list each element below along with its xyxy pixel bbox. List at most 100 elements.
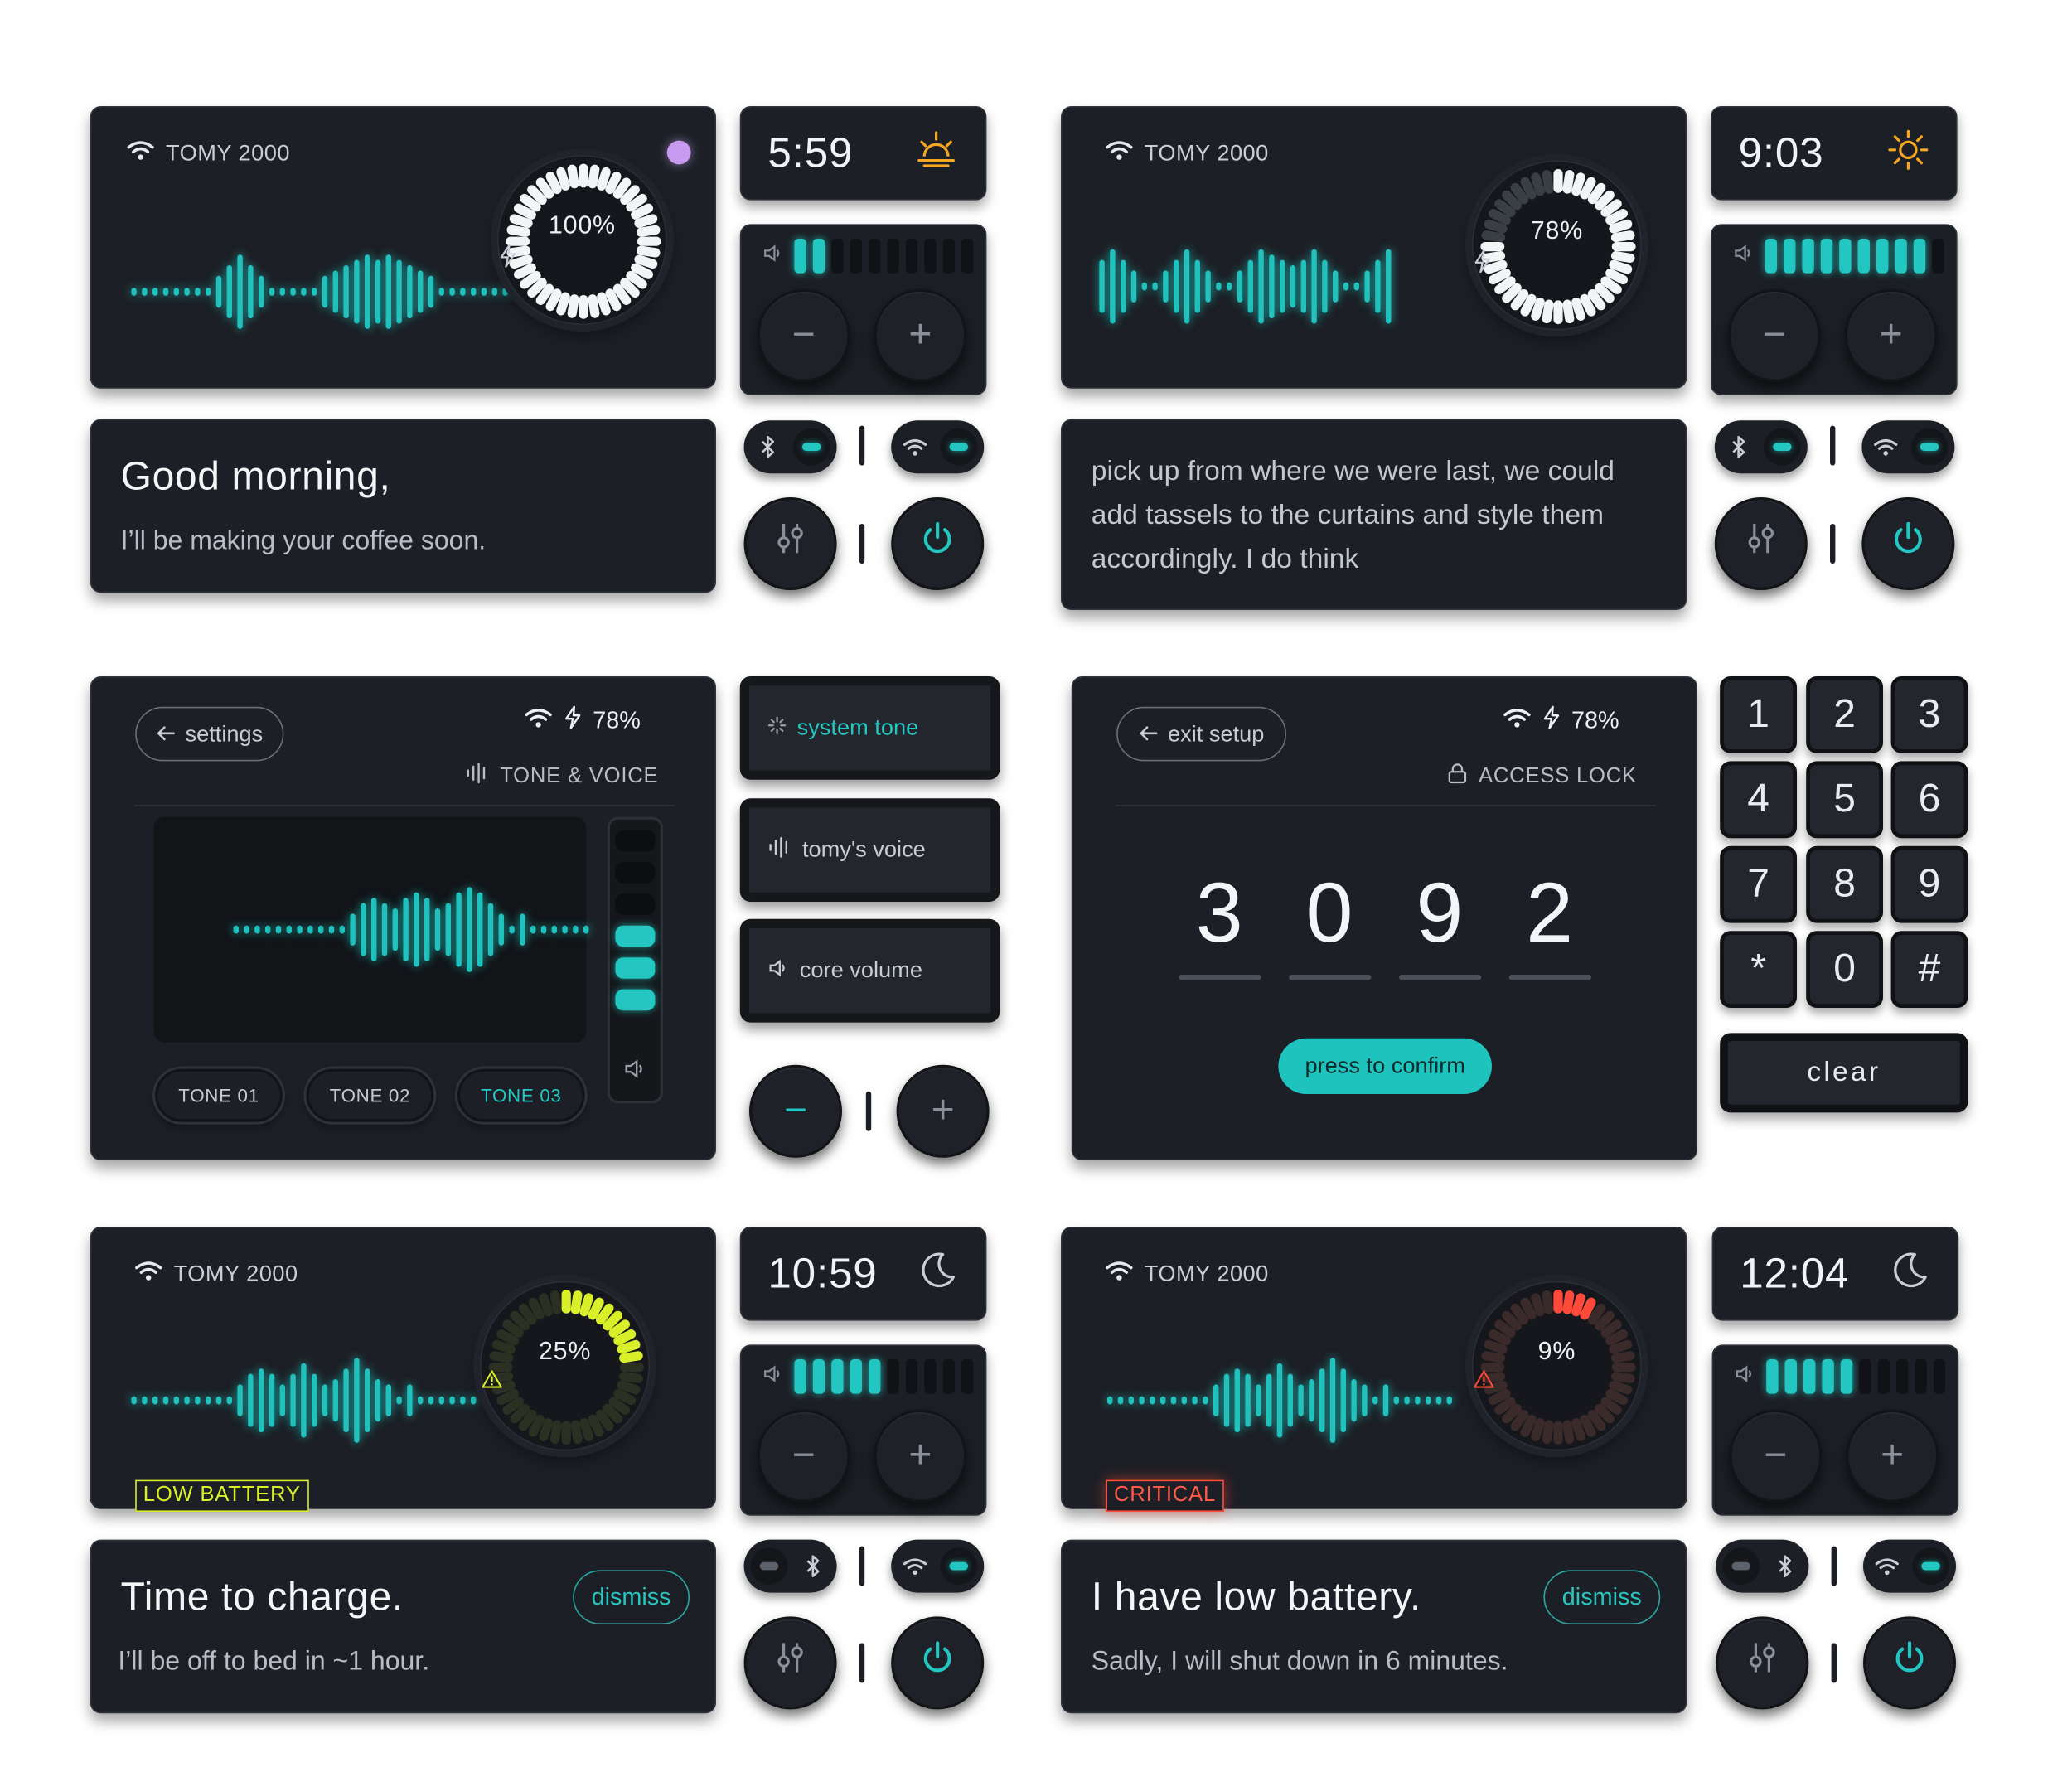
back-label: settings <box>185 720 264 746</box>
gauge-tick <box>1562 299 1575 324</box>
keypad-key-0[interactable]: 0 <box>1806 931 1883 1008</box>
wave-bar <box>1322 259 1328 313</box>
wave-bar <box>332 270 338 313</box>
wave-bar <box>371 898 377 961</box>
status-dot <box>666 140 691 165</box>
tone-01-button[interactable]: TONE 01 <box>155 1068 283 1122</box>
gauge-tick <box>502 1397 524 1415</box>
bluetooth-toggle[interactable] <box>743 420 837 474</box>
keypad-key-star[interactable]: * <box>1720 931 1797 1008</box>
clear-button[interactable]: clear <box>1720 1033 1968 1113</box>
back-button[interactable]: settings <box>135 706 284 762</box>
wifi-toggle[interactable] <box>1861 420 1955 474</box>
device-panel-morning: TOMY 2000 100% <box>90 106 717 389</box>
keypad-key-5[interactable]: 5 <box>1806 761 1883 839</box>
brand-label: TOMY 2000 <box>1144 139 1269 166</box>
keypad-key-8[interactable]: 8 <box>1806 845 1883 923</box>
message-title: Time to charge. <box>120 1575 404 1619</box>
wave-bar <box>1311 249 1317 324</box>
dismiss-button[interactable]: dismiss <box>1543 1570 1661 1624</box>
wave-bar <box>1170 1396 1177 1405</box>
wave-bar <box>1216 282 1222 291</box>
battery-percent: 100% <box>548 212 616 240</box>
wave-bar <box>195 288 201 296</box>
message-panel: pick up from where we were last, we coul… <box>1061 419 1687 610</box>
settings-button[interactable] <box>1716 1616 1809 1710</box>
wifi-toggle[interactable] <box>891 1539 985 1593</box>
wave-bar <box>195 1396 201 1405</box>
wifi-toggle[interactable] <box>891 420 985 474</box>
volume-up-button[interactable]: + <box>1846 1409 1939 1503</box>
volume-down-button[interactable]: − <box>757 288 850 382</box>
confirm-button[interactable]: press to confirm <box>1278 1038 1492 1094</box>
volume-down-button[interactable]: − <box>1727 288 1821 382</box>
exit-setup-button[interactable]: exit setup <box>1116 706 1286 762</box>
wave-bar <box>1435 1396 1442 1405</box>
gauge-tick <box>1580 177 1596 200</box>
keypad-key-1[interactable]: 1 <box>1720 676 1797 753</box>
system-tone-button[interactable]: system tone <box>739 676 1000 780</box>
volume-up-button[interactable]: + <box>1844 288 1938 382</box>
gauge-tick <box>527 278 547 298</box>
gauge-tick <box>527 185 547 206</box>
gauge-tick <box>1510 1303 1529 1325</box>
settings-button[interactable] <box>1714 497 1808 590</box>
wifi-toggle[interactable] <box>1863 1539 1956 1593</box>
keypad-key-6[interactable]: 6 <box>1890 761 1968 839</box>
volume-bars <box>1733 239 1944 274</box>
dismiss-button[interactable]: dismiss <box>573 1570 690 1624</box>
wave-bar <box>307 925 313 934</box>
loading-icon <box>767 714 787 741</box>
keypad-key-2[interactable]: 2 <box>1806 676 1883 753</box>
wave-bar <box>1372 1396 1378 1405</box>
keypad-key-7[interactable]: 7 <box>1720 845 1797 923</box>
bluetooth-toggle[interactable] <box>743 1539 837 1593</box>
level-segment <box>615 862 656 884</box>
wifi-icon <box>126 139 155 167</box>
power-button[interactable] <box>1861 497 1955 590</box>
plus-icon: + <box>908 1433 932 1478</box>
wave-bar <box>1234 1368 1240 1432</box>
clock-tile: 5:59 <box>739 106 987 201</box>
plus-button[interactable]: + <box>896 1064 990 1158</box>
wave-bar <box>343 1368 349 1432</box>
volume-up-button[interactable]: + <box>874 288 967 382</box>
wave-bar <box>1130 270 1137 303</box>
gauge-tick <box>608 1397 630 1415</box>
wave-bar <box>248 1373 254 1427</box>
keypad-key-3[interactable]: 3 <box>1890 676 1968 753</box>
keypad-key-9[interactable]: 9 <box>1890 845 1968 923</box>
gauge-tick <box>605 172 622 195</box>
tone-02-button[interactable]: TONE 02 <box>306 1068 434 1122</box>
volume-up-button[interactable]: + <box>874 1409 967 1503</box>
keypad-key-hash[interactable]: # <box>1890 931 1968 1008</box>
volume-down-button[interactable]: − <box>1729 1409 1823 1503</box>
wave-bar <box>428 1396 434 1405</box>
wave-bar <box>1150 1396 1155 1405</box>
power-button[interactable] <box>891 1616 985 1710</box>
tone-level-meter[interactable] <box>607 816 663 1104</box>
gauge-tick <box>570 1420 583 1445</box>
code-digit: 9 <box>1416 864 1464 961</box>
wave-bar <box>509 925 515 934</box>
tomys-voice-button[interactable]: tomy's voice <box>739 798 1000 902</box>
wave-bar <box>562 925 568 934</box>
bluetooth-toggle[interactable] <box>1716 1539 1809 1593</box>
device-panel-evening: TOMY 2000 25% LOW BATTERY <box>90 1227 717 1512</box>
minus-button[interactable]: − <box>749 1064 842 1158</box>
volume-down-button[interactable]: − <box>757 1409 850 1503</box>
power-button[interactable] <box>891 497 985 590</box>
gauge-tick <box>1595 283 1615 303</box>
settings-button[interactable] <box>743 1616 837 1710</box>
battery-gauge: 78% <box>1472 160 1642 331</box>
wave-bar <box>354 1358 360 1443</box>
settings-button[interactable] <box>743 497 837 590</box>
core-volume-button[interactable]: core volume <box>739 918 1000 1023</box>
keypad-key-4[interactable]: 4 <box>1720 761 1797 839</box>
wave-bar <box>248 265 254 318</box>
wave-bar <box>142 288 148 296</box>
sliders-icon <box>774 1640 806 1685</box>
bluetooth-toggle[interactable] <box>1714 420 1808 474</box>
power-button[interactable] <box>1863 1616 1956 1710</box>
tone-03-button[interactable]: TONE 03 <box>457 1068 585 1122</box>
